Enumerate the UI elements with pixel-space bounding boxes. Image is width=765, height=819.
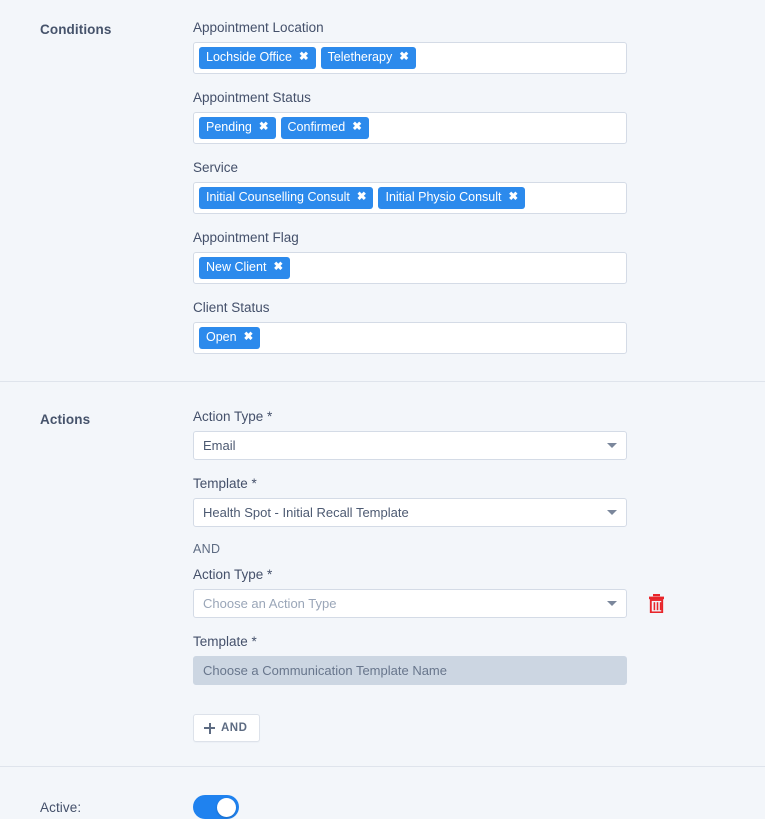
active-toggle[interactable]	[193, 795, 239, 819]
conditions-section: Conditions Appointment Location Lochside…	[0, 0, 765, 381]
field-service: Service Initial Counselling Consult ✖ In…	[193, 159, 735, 214]
chip-remove-icon[interactable]: ✖	[244, 331, 254, 343]
field-label-action-type-2: Action Type *	[193, 567, 273, 582]
chip-label: Lochside Office	[206, 50, 292, 64]
action-type-select-1[interactable]: Email	[193, 431, 627, 460]
chip-input-service[interactable]: Initial Counselling Consult ✖ Initial Ph…	[193, 182, 627, 214]
field-label-template-2: Template *	[193, 634, 257, 649]
chip-label: Open	[206, 330, 237, 344]
chip-remove-icon[interactable]: ✖	[357, 191, 367, 203]
action-2-action-type: Action Type * Choose an Action Type	[193, 566, 735, 618]
chip-input-appointment-flag[interactable]: New Client ✖	[193, 252, 627, 284]
chip-label: Pending	[206, 120, 252, 134]
active-label: Active:	[40, 800, 82, 815]
chip-label: Teletherapy	[327, 50, 393, 64]
chip-input-appointment-location[interactable]: Lochside Office ✖ Teletherapy ✖	[193, 42, 627, 74]
plus-icon	[204, 722, 215, 734]
chip[interactable]: Pending ✖	[199, 117, 276, 139]
chip-input-client-status[interactable]: Open ✖	[193, 322, 627, 354]
conditions-section-label: Conditions	[40, 22, 112, 37]
field-appointment-location: Appointment Location Lochside Office ✖ T…	[193, 19, 735, 74]
chip-remove-icon[interactable]: ✖	[299, 51, 309, 63]
chip[interactable]: Initial Counselling Consult ✖	[199, 187, 374, 209]
field-appointment-flag: Appointment Flag New Client ✖	[193, 229, 735, 284]
template-select-2-placeholder: Choose a Communication Template Name	[203, 663, 447, 678]
chip-input-appointment-status[interactable]: Pending ✖ Confirmed ✖	[193, 112, 627, 144]
action-type-select-2[interactable]: Choose an Action Type	[193, 589, 627, 618]
chevron-down-icon	[607, 601, 617, 606]
actions-section: Actions Action Type * Email Template * H…	[0, 382, 765, 766]
active-toggle-knob	[217, 797, 236, 817]
delete-action-button[interactable]	[645, 591, 667, 615]
chip-remove-icon[interactable]: ✖	[259, 121, 269, 133]
field-label-template-1: Template *	[193, 476, 257, 491]
trash-icon	[648, 593, 664, 613]
field-label-service: Service	[193, 160, 239, 175]
add-and-action-button[interactable]: AND	[193, 714, 261, 742]
actions-conjunction-label: AND	[193, 542, 221, 556]
add-and-action-label: AND	[221, 722, 248, 734]
field-appointment-status: Appointment Status Pending ✖ Confirmed ✖	[193, 89, 735, 144]
chip[interactable]: New Client ✖	[199, 257, 291, 279]
action-type-select-1-value: Email	[203, 438, 236, 453]
chevron-down-icon	[607, 443, 617, 448]
field-label-appointment-status: Appointment Status	[193, 90, 311, 105]
field-label-action-type-1: Action Type *	[193, 409, 273, 424]
template-select-1[interactable]: Health Spot - Initial Recall Template	[193, 498, 627, 527]
field-client-status: Client Status Open ✖	[193, 299, 735, 354]
chip-label: Confirmed	[287, 120, 346, 134]
chip[interactable]: Open ✖	[199, 327, 261, 349]
chip-label: Initial Physio Consult	[385, 190, 502, 204]
chip-remove-icon[interactable]: ✖	[352, 121, 362, 133]
chip[interactable]: Teletherapy ✖	[320, 47, 416, 69]
action-1-template: Template * Health Spot - Initial Recall …	[193, 475, 735, 527]
action-type-select-2-placeholder: Choose an Action Type	[203, 596, 337, 611]
active-section: Active:	[0, 767, 765, 819]
actions-section-label: Actions	[40, 412, 91, 427]
chip-label: Initial Counselling Consult	[206, 190, 350, 204]
chip-remove-icon[interactable]: ✖	[273, 261, 283, 273]
active-control	[193, 795, 765, 819]
chip-remove-icon[interactable]: ✖	[399, 51, 409, 63]
chip-remove-icon[interactable]: ✖	[509, 191, 519, 203]
chip[interactable]: Confirmed ✖	[280, 117, 369, 139]
template-select-1-value: Health Spot - Initial Recall Template	[203, 505, 409, 520]
conditions-fields: Appointment Location Lochside Office ✖ T…	[193, 19, 765, 354]
field-label-appointment-flag: Appointment Flag	[193, 230, 299, 245]
chip-label: New Client	[206, 260, 267, 274]
rule-editor-page: Conditions Appointment Location Lochside…	[0, 0, 765, 819]
template-select-2: Choose a Communication Template Name	[193, 656, 627, 685]
chip[interactable]: Initial Physio Consult ✖	[378, 187, 526, 209]
field-label-client-status: Client Status	[193, 300, 270, 315]
chip[interactable]: Lochside Office ✖	[199, 47, 316, 69]
field-label-appointment-location: Appointment Location	[193, 20, 324, 35]
action-1-action-type: Action Type * Email	[193, 408, 735, 460]
actions-fields: Action Type * Email Template * Health Sp…	[193, 408, 765, 742]
action-2-template: Template * Choose a Communication Templa…	[193, 633, 735, 685]
chevron-down-icon	[607, 510, 617, 515]
